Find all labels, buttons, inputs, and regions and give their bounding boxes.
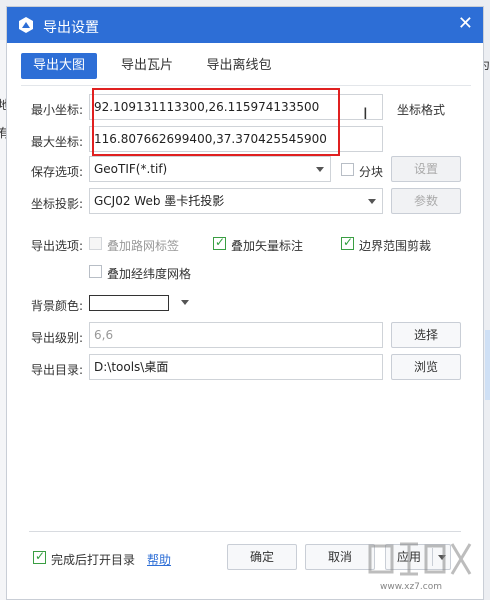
latlon-grid-checkbox[interactable]	[89, 265, 102, 278]
tab-export-large-image[interactable]: 导出大图	[21, 53, 97, 79]
apply-split-button[interactable]: 应用	[385, 544, 451, 570]
tab-export-tiles[interactable]: 导出瓦片	[109, 53, 185, 79]
save-format-value: GeoTIF(*.tif)	[94, 162, 168, 176]
projection-select[interactable]: GCJ02 Web 墨卡托投影	[89, 188, 383, 214]
min-coord-label: 最小坐标:	[31, 103, 84, 117]
params-button[interactable]: 参数	[391, 188, 461, 214]
export-options-label: 导出选项:	[31, 239, 84, 253]
open-dir-checkbox-label: 完成后打开目录	[51, 553, 136, 567]
chevron-down-icon	[181, 300, 189, 305]
latlon-grid-checkbox-label: 叠加经纬度网格	[107, 267, 192, 281]
background-panel	[485, 330, 490, 400]
help-link[interactable]: 帮助	[147, 551, 171, 568]
watermark-url: www.xz7.com	[380, 582, 442, 592]
color-swatch	[89, 295, 169, 311]
settings-button[interactable]: 设置	[391, 156, 461, 182]
max-coord-label: 最大坐标:	[31, 135, 84, 149]
save-format-select[interactable]: GeoTIF(*.tif)	[89, 156, 331, 182]
chevron-down-icon	[316, 167, 324, 172]
coord-format-link[interactable]: 坐标格式	[397, 101, 445, 118]
export-settings-dialog: 导出设置 ✕ 导出大图 导出瓦片 导出离线包 最小坐标: 92.10913111…	[6, 6, 484, 600]
apply-button[interactable]: 应用	[386, 545, 432, 569]
split-separator	[432, 548, 433, 566]
bg-color-label: 背景颜色:	[31, 299, 84, 313]
projection-value: GCJ02 Web 墨卡托投影	[94, 194, 225, 208]
save-option-label: 保存选项:	[31, 165, 84, 179]
browse-button[interactable]: 浏览	[391, 354, 461, 380]
bg-color-picker[interactable]	[89, 290, 197, 316]
title-bar[interactable]: 导出设置 ✕	[7, 7, 483, 43]
tab-export-offline-package[interactable]: 导出离线包	[195, 53, 283, 79]
road-label-checkbox[interactable]	[89, 237, 102, 250]
text-cursor-icon: Ⅰ	[363, 104, 368, 123]
ok-button[interactable]: 确定	[227, 544, 297, 570]
open-dir-checkbox[interactable]	[33, 549, 46, 564]
projection-label: 坐标投影:	[31, 197, 84, 211]
export-level-label: 导出级别:	[31, 331, 84, 345]
max-coord-input[interactable]: 116.807662699400,37.370425545900	[89, 126, 383, 152]
dialog-title: 导出设置	[43, 20, 99, 36]
export-dir-label: 导出目录:	[31, 363, 84, 377]
chevron-down-icon	[368, 199, 376, 204]
boundary-clip-checkbox-label: 边界范围剪裁	[359, 239, 432, 253]
cancel-button[interactable]: 取消	[305, 544, 375, 570]
export-level-input[interactable]: 6,6	[89, 322, 383, 348]
vector-annotation-checkbox-label: 叠加矢量标注	[231, 239, 304, 253]
select-level-button[interactable]: 选择	[391, 322, 461, 348]
tile-checkbox-label: 分块	[359, 165, 384, 179]
boundary-clip-checkbox[interactable]	[341, 235, 354, 250]
vector-annotation-checkbox[interactable]	[213, 235, 226, 250]
app-logo-icon	[19, 17, 33, 33]
export-dir-input[interactable]: D:\tools\桌面	[89, 354, 383, 380]
tab-divider	[21, 85, 471, 86]
chevron-down-icon[interactable]	[438, 555, 446, 560]
road-label-checkbox-label: 叠加路网标签	[107, 239, 180, 253]
close-icon[interactable]: ✕	[458, 14, 473, 34]
min-coord-input[interactable]: 92.109131113300,26.115974133500	[89, 94, 383, 120]
footer-divider	[29, 531, 461, 532]
tile-checkbox[interactable]	[341, 163, 354, 176]
